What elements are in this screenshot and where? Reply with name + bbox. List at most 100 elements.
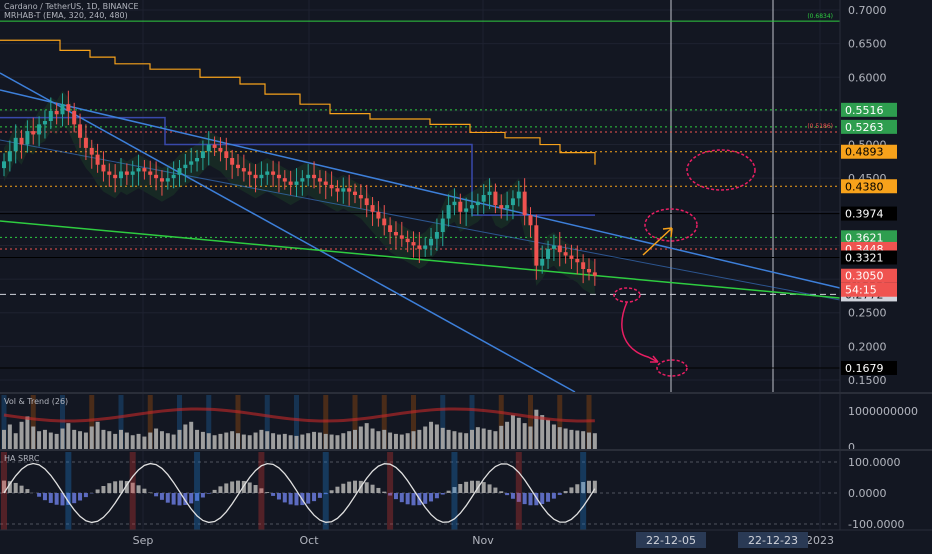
indicator-legend: MRHAB-T (EMA, 320, 240, 480) <box>4 11 128 20</box>
oscillator-histogram <box>412 493 416 505</box>
volume-bar <box>353 430 357 450</box>
candle-body <box>441 219 445 232</box>
candle-body <box>289 182 293 185</box>
volume-bar <box>254 433 258 450</box>
level-badge-label: 0.4893 <box>845 146 884 159</box>
candle-body <box>113 175 117 178</box>
candle-body <box>218 148 222 151</box>
candle-body <box>318 178 322 181</box>
volume-bar <box>359 427 363 451</box>
time-tick-label: 2023 <box>806 534 834 547</box>
oscillator-histogram <box>587 481 591 493</box>
candle-body <box>371 205 375 212</box>
oscillator-tick-label: 100.0000 <box>848 456 901 469</box>
oscillator-histogram <box>493 488 497 493</box>
oscillator-histogram <box>523 493 527 504</box>
oscillator-highlight <box>580 452 586 530</box>
candle-body <box>154 175 158 178</box>
oscillator-histogram <box>482 482 486 493</box>
oscillator-histogram <box>505 493 509 495</box>
volume-bar <box>61 429 65 450</box>
volume-bar <box>66 423 70 450</box>
volume-bar <box>534 410 538 450</box>
candle-body <box>119 171 123 178</box>
volume-bar <box>189 422 193 450</box>
level-badge-label: 0.5263 <box>845 121 884 134</box>
candle-body <box>49 111 53 121</box>
volume-bar <box>55 434 59 450</box>
countdown-label: 54:15 <box>845 284 877 297</box>
oscillator-histogram <box>271 493 275 496</box>
volume-bar <box>306 433 310 450</box>
candle-body <box>166 178 170 181</box>
oscillator-histogram <box>84 493 88 497</box>
trading-chart[interactable]: (0.6834)(0.5186)0.70000.65000.60000.5500… <box>0 0 932 550</box>
volume-bar <box>289 435 293 450</box>
volume-bar <box>447 430 451 450</box>
volume-bar <box>499 426 503 450</box>
level-badge-label: 0.4380 <box>845 180 884 193</box>
candle-body <box>172 175 176 178</box>
volume-bar <box>265 431 269 450</box>
oscillator-histogram <box>160 493 164 500</box>
volume-bar <box>172 435 176 450</box>
volume-bar <box>160 431 164 450</box>
volume-bar <box>166 433 170 450</box>
volume-bar <box>2 430 6 450</box>
volume-bar <box>43 430 47 450</box>
candle-body <box>575 259 579 262</box>
oscillator-histogram <box>575 484 579 493</box>
oscillator-histogram <box>406 493 410 504</box>
volume-bar <box>201 432 205 450</box>
candle-body <box>476 202 480 205</box>
oscillator-histogram <box>318 493 322 498</box>
candle-body <box>335 188 339 191</box>
volume-bar <box>195 430 199 450</box>
volume-tick-label: 1000000000 <box>848 405 918 418</box>
level-annotation: (0.5186) <box>807 123 833 130</box>
oscillator-histogram <box>371 485 375 493</box>
candle-body <box>558 245 562 252</box>
candle-body <box>101 165 105 172</box>
candle-body <box>330 185 334 188</box>
volume-bar <box>178 430 182 450</box>
candle-body <box>376 212 380 219</box>
candle-body <box>306 175 310 178</box>
volume-bar <box>517 418 521 450</box>
candle-body <box>458 202 462 212</box>
volume-bar <box>318 433 322 450</box>
oscillator-histogram <box>78 493 82 501</box>
oscillator-histogram <box>172 493 176 505</box>
candle-body <box>417 245 421 248</box>
candle-body <box>142 168 146 171</box>
oscillator-histogram <box>306 493 310 504</box>
oscillator-histogram <box>511 493 515 499</box>
volume-bar <box>78 431 82 450</box>
volume-bar <box>154 429 158 450</box>
oscillator-histogram <box>224 483 228 493</box>
candle-body <box>14 138 18 151</box>
candle-body <box>452 202 456 205</box>
oscillator-histogram <box>20 486 24 493</box>
chart-canvas[interactable]: (0.6834)(0.5186)0.70000.65000.60000.5500… <box>0 0 932 550</box>
oscillator-histogram <box>365 482 369 493</box>
volume-bar <box>8 424 12 450</box>
volume-tick-label: 0 <box>848 441 855 454</box>
oscillator-histogram <box>189 493 193 503</box>
price-tick-label: 0.1500 <box>848 374 887 387</box>
volume-bar <box>324 434 328 450</box>
oscillator-histogram <box>376 488 380 493</box>
candle-body <box>523 192 527 216</box>
date-badge-label: 22-12-23 <box>748 534 798 547</box>
oscillator-histogram <box>447 491 451 493</box>
candle-body <box>406 239 410 242</box>
candle-body <box>20 138 24 145</box>
candle-body <box>148 171 152 174</box>
candle-body <box>125 171 129 174</box>
candle-body <box>464 208 468 211</box>
volume-bar <box>218 434 222 450</box>
oscillator-histogram <box>353 481 357 493</box>
volume-bar <box>335 435 339 450</box>
volume-bar <box>569 430 573 450</box>
volume-bar <box>14 433 18 450</box>
